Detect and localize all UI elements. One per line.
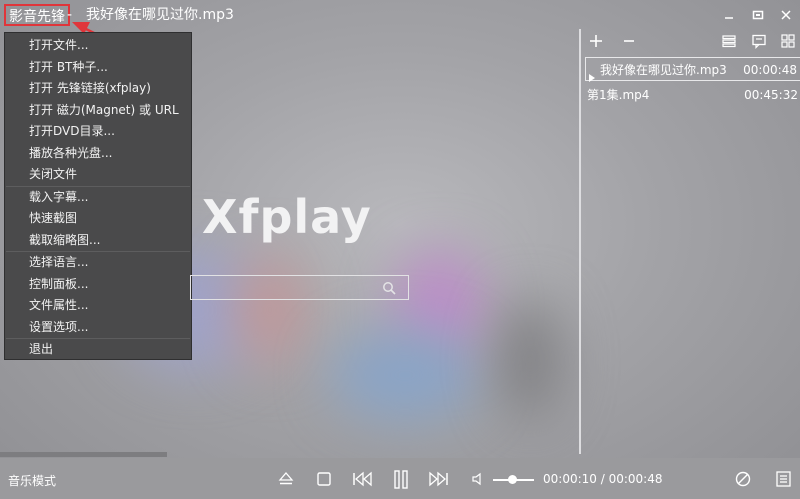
chat-icon[interactable] [751,33,767,49]
previous-icon[interactable] [352,470,372,488]
menu-item-language[interactable]: 选择语言... [5,252,191,274]
menu-item-play-disc[interactable]: 播放各种光盘... [5,143,191,165]
stop-icon[interactable] [314,470,334,488]
playlist-item-duration: 00:45:32 [744,88,798,102]
menu-item-open-bt[interactable]: 打开 BT种子... [5,57,191,79]
seek-bar[interactable] [0,452,167,457]
list-icon[interactable] [721,33,737,49]
menu-item-open-xfplay-link[interactable]: 打开 先锋链接(xfplay) [5,78,191,100]
playlist-item-name: 第1集.mp4 [587,88,650,102]
pause-icon[interactable] [391,470,411,489]
menu-item-thumbnails[interactable]: 截取缩略图... [5,230,191,252]
playlist-item-active[interactable]: 我好像在哪见过你.mp3 00:00:48 [585,57,800,82]
menu-item-quick-screenshot[interactable]: 快速截图 [5,208,191,230]
xfplay-logo: Xfplay [202,190,372,244]
grid-icon[interactable] [780,33,796,49]
search-icon[interactable] [382,280,396,295]
playlist-item[interactable]: 第1集.mp4 00:45:32 [585,83,800,107]
menu-item-open-magnet[interactable]: 打开 磁力(Magnet) 或 URL [5,100,191,122]
menu-item-close-file[interactable]: 关闭文件 [5,164,191,186]
volume-slider-handle[interactable] [508,475,517,484]
menu-item-exit[interactable]: 退出 [5,339,191,361]
next-icon[interactable] [428,470,448,488]
file-context-menu: 打开文件... 打开 BT种子... 打开 先锋链接(xfplay) 打开 磁力… [4,32,192,360]
add-icon[interactable] [588,33,604,49]
playlist-item-name: 我好像在哪见过你.mp3 [600,63,727,77]
eject-icon[interactable] [276,470,296,488]
menu-item-open-dvd[interactable]: 打开DVD目录... [5,121,191,143]
playlist-panel: 我好像在哪见过你.mp3 00:00:48 第1集.mp4 00:45:32 [579,29,800,454]
control-bar: 音乐模式 00:00:10 / 00:00:48 [0,458,800,499]
menu-item-control-panel[interactable]: 控制面板... [5,274,191,296]
music-mode-label[interactable]: 音乐模式 [8,472,56,489]
playback-time: 00:00:10 / 00:00:48 [543,472,663,486]
playlist-toolbar [581,29,800,53]
search-box[interactable] [190,275,409,300]
volume-icon[interactable] [470,470,490,488]
menu-item-open-file[interactable]: 打开文件... [5,35,191,57]
remove-icon[interactable] [621,33,637,49]
menu-item-file-properties[interactable]: 文件属性... [5,295,191,317]
playlist-toggle-icon[interactable] [775,470,795,488]
menu-item-settings[interactable]: 设置选项... [5,317,191,339]
no-video-icon[interactable] [733,470,753,488]
playlist-item-duration: 00:00:48 [743,63,797,77]
menu-item-load-subtitle[interactable]: 载入字幕... [5,187,191,209]
